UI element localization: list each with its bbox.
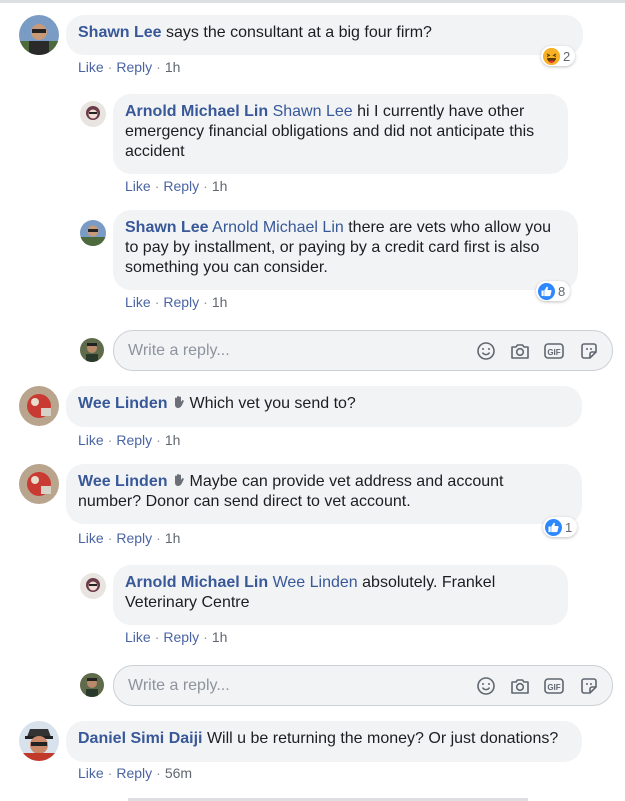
reaction-count: 8	[558, 283, 566, 299]
commenter-name[interactable]: Arnold Michael Lin	[125, 574, 268, 591]
haha-icon	[543, 47, 560, 65]
reply-link[interactable]: Reply	[116, 432, 152, 448]
separator: ·	[154, 294, 160, 310]
timestamp[interactable]: 56m	[165, 765, 192, 781]
comment-text: Which vet you send to?	[189, 395, 356, 412]
svg-text:GIF: GIF	[547, 348, 560, 357]
separator: ·	[203, 294, 208, 310]
like-icon	[538, 282, 555, 300]
reaction-count: 1	[565, 519, 573, 535]
my-avatar	[80, 673, 104, 697]
avatar-shawn-lee[interactable]	[80, 220, 106, 246]
timestamp[interactable]: 1h	[212, 294, 228, 310]
waving-hand-icon	[174, 396, 184, 408]
reply-input[interactable]	[126, 676, 430, 696]
commenter-name[interactable]: Shawn Lee	[78, 24, 162, 41]
comment-bubble: Daniel Simi Daiji Will u be returning th…	[66, 721, 582, 762]
separator: ·	[154, 178, 160, 194]
like-icon	[545, 518, 562, 536]
comment-actions: Like · Reply · 1h	[78, 432, 180, 448]
commenter-name[interactable]: Arnold Michael Lin	[125, 103, 268, 120]
separator: ·	[156, 530, 161, 546]
svg-text:GIF: GIF	[547, 683, 560, 692]
emoji-icon[interactable]	[475, 675, 497, 697]
emoji-icon[interactable]	[475, 340, 497, 362]
reaction-badge[interactable]: 2	[541, 46, 576, 66]
separator: ·	[154, 629, 160, 645]
avatar-arnold-michael-lin[interactable]	[80, 573, 106, 599]
timestamp[interactable]: 1h	[212, 178, 228, 194]
timestamp[interactable]: 1h	[165, 432, 181, 448]
avatar-arnold-michael-lin[interactable]	[80, 101, 106, 127]
waving-hand-icon	[174, 474, 184, 486]
reply-box[interactable]: GIF	[113, 330, 613, 371]
timestamp[interactable]: 1h	[212, 629, 228, 645]
separator: ·	[203, 178, 208, 194]
comment-bubble: Arnold Michael Lin Shawn Lee hi I curren…	[113, 94, 568, 174]
separator: ·	[156, 765, 161, 781]
like-link[interactable]: Like	[125, 178, 151, 194]
like-link[interactable]: Like	[78, 59, 104, 75]
comment-text: says the consultant at a big four firm?	[166, 24, 432, 41]
like-link[interactable]: Like	[78, 432, 104, 448]
separator: ·	[107, 530, 113, 546]
avatar-wee-linden[interactable]	[19, 386, 59, 426]
avatar-shawn-lee[interactable]	[19, 15, 59, 55]
like-link[interactable]: Like	[125, 629, 151, 645]
reply-link[interactable]: Reply	[163, 629, 199, 645]
separator: ·	[107, 765, 113, 781]
reaction-badge[interactable]: 8	[536, 281, 571, 301]
timestamp[interactable]: 1h	[165, 530, 181, 546]
like-link[interactable]: Like	[78, 530, 104, 546]
reply-link[interactable]: Reply	[116, 59, 152, 75]
reaction-count: 2	[563, 48, 571, 64]
comment-actions: Like · Reply · 1h	[78, 59, 180, 75]
comment-actions: Like · Reply · 1h	[78, 530, 180, 546]
gif-icon[interactable]: GIF	[543, 675, 565, 697]
commenter-name[interactable]: Wee Linden	[78, 395, 168, 412]
separator: ·	[156, 59, 161, 75]
mention-link[interactable]: Wee Linden	[273, 574, 358, 591]
comment-actions: Like · Reply · 1h	[125, 178, 227, 194]
like-link[interactable]: Like	[78, 765, 104, 781]
commenter-name[interactable]: Wee Linden	[78, 473, 168, 490]
reply-link[interactable]: Reply	[116, 530, 152, 546]
comment-actions: Like · Reply · 1h	[125, 629, 227, 645]
reply-link[interactable]: Reply	[163, 294, 199, 310]
comment-bubble: Shawn Lee Arnold Michael Lin there are v…	[113, 210, 578, 290]
comment-text: Will u be returning the money? Or just d…	[206, 730, 559, 747]
reply-box[interactable]: GIF	[113, 665, 613, 706]
reaction-badge[interactable]: 1	[543, 517, 578, 537]
separator: ·	[107, 59, 113, 75]
sticker-icon[interactable]	[578, 340, 600, 362]
timestamp[interactable]: 1h	[165, 59, 181, 75]
top-divider	[0, 0, 625, 3]
separator: ·	[107, 432, 113, 448]
reply-input[interactable]	[126, 341, 430, 361]
commenter-name[interactable]: Daniel Simi Daiji	[78, 730, 202, 747]
reply-link[interactable]: Reply	[163, 178, 199, 194]
comment-actions: Like · Reply · 1h	[125, 294, 227, 310]
avatar-daniel-simi-daiji[interactable]	[19, 721, 59, 761]
camera-icon[interactable]	[509, 340, 531, 362]
reply-link[interactable]: Reply	[116, 765, 152, 781]
comment-bubble: Wee Linden Maybe can provide vet address …	[66, 464, 582, 524]
like-link[interactable]: Like	[125, 294, 151, 310]
comment-actions: Like · Reply · 56m	[78, 765, 192, 781]
mention-link[interactable]: Shawn Lee	[273, 103, 353, 120]
separator: ·	[203, 629, 208, 645]
mention-link[interactable]: Arnold Michael Lin	[212, 219, 344, 236]
comment-bubble: Arnold Michael Lin Wee Linden absolutely…	[113, 565, 568, 625]
gif-icon[interactable]: GIF	[543, 340, 565, 362]
comment-bubble: Wee Linden Which vet you send to?	[66, 386, 582, 427]
commenter-name[interactable]: Shawn Lee	[125, 219, 209, 236]
my-avatar	[80, 338, 104, 362]
comment-bubble: Shawn Lee says the consultant at a big f…	[66, 15, 583, 55]
separator: ·	[156, 432, 161, 448]
avatar-wee-linden[interactable]	[19, 464, 59, 504]
sticker-icon[interactable]	[578, 675, 600, 697]
camera-icon[interactable]	[509, 675, 531, 697]
